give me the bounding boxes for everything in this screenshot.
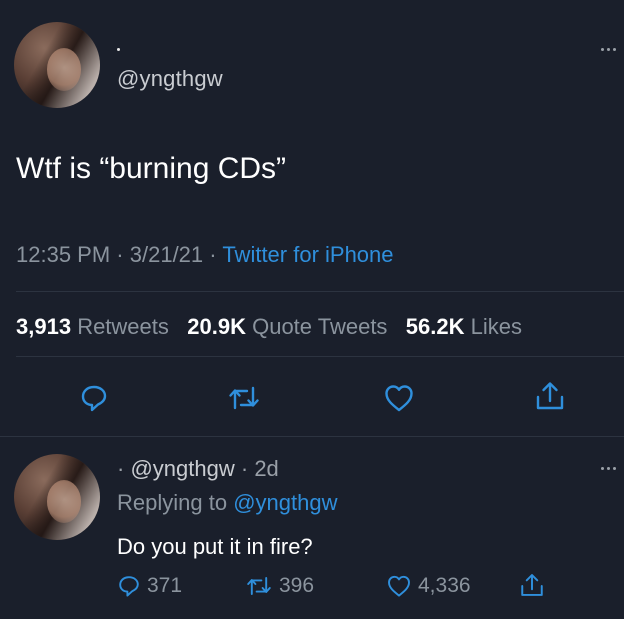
retweets-label: Retweets xyxy=(77,314,169,339)
divider xyxy=(16,291,624,292)
meta-separator: · xyxy=(116,242,124,267)
reply-icon xyxy=(81,385,107,412)
share-icon xyxy=(521,574,543,596)
avatar[interactable] xyxy=(14,22,100,108)
reply-age[interactable]: 2d xyxy=(254,456,278,481)
quotes-label: Quote Tweets xyxy=(252,314,388,339)
share-icon xyxy=(536,382,564,410)
replying-to-handle-link[interactable]: @yngthgw xyxy=(233,490,337,515)
replying-to: Replying to @yngthgw xyxy=(117,490,337,516)
tweet-date: 3/21/21 xyxy=(129,242,204,267)
reply-avatar[interactable] xyxy=(14,454,100,540)
retweet-button[interactable] xyxy=(224,380,264,416)
retweet-count: 396 xyxy=(279,574,315,597)
like-button[interactable] xyxy=(381,380,417,416)
heart-icon xyxy=(385,385,413,412)
meta-separator: · xyxy=(209,242,217,267)
retweet-icon xyxy=(247,577,271,595)
divider xyxy=(0,436,624,437)
reply-display-name[interactable]: · xyxy=(117,456,124,481)
quotes-stat[interactable]: 20.9K Quote Tweets xyxy=(187,314,387,339)
more-options-icon[interactable] xyxy=(601,48,616,51)
like-count: 4,336 xyxy=(418,574,471,597)
tweet-text: Wtf is “burning CDs” xyxy=(16,152,287,185)
retweets-count: 3,913 xyxy=(16,314,72,339)
reply-share-button[interactable] xyxy=(519,572,545,600)
tweet-time: 12:35 PM xyxy=(16,242,111,267)
display-name[interactable] xyxy=(117,48,120,51)
share-button[interactable] xyxy=(532,378,568,416)
reply-more-options-icon[interactable] xyxy=(601,467,616,470)
reply-like-button[interactable]: 4,336 xyxy=(386,574,471,598)
retweets-stat[interactable]: 3,913 Retweets xyxy=(16,314,169,339)
reply-button[interactable] xyxy=(76,380,112,416)
likes-label: Likes xyxy=(470,314,522,339)
reply-retweet-button[interactable]: 396 xyxy=(245,574,314,598)
tweet-stats: 3,913 Retweets 20.9K Quote Tweets 56.2K … xyxy=(16,314,522,340)
likes-count: 56.2K xyxy=(405,314,465,339)
reply-icon xyxy=(119,576,139,597)
heart-icon xyxy=(388,575,410,597)
quotes-count: 20.9K xyxy=(187,314,246,339)
replying-prefix: Replying to xyxy=(117,490,228,515)
tweet-source-link[interactable]: Twitter for iPhone xyxy=(222,242,393,267)
tweet-handle[interactable]: @yngthgw xyxy=(117,66,223,92)
tweet-meta: 12:35 PM · 3/21/21 · Twitter for iPhone xyxy=(16,242,394,268)
likes-stat[interactable]: 56.2K Likes xyxy=(406,314,522,339)
meta-separator: · xyxy=(240,456,249,481)
reply-count: 371 xyxy=(147,574,183,597)
retweet-icon xyxy=(229,386,259,410)
tweet-screen: @yngthgw Wtf is “burning CDs” 12:35 PM ·… xyxy=(0,0,624,619)
reply-header: · @yngthgw · 2d xyxy=(117,456,279,482)
reply-handle[interactable]: @yngthgw xyxy=(130,456,234,481)
reply-reply-button[interactable]: 371 xyxy=(117,574,182,598)
reply-text: Do you put it in fire? xyxy=(117,534,313,559)
divider xyxy=(16,356,624,357)
